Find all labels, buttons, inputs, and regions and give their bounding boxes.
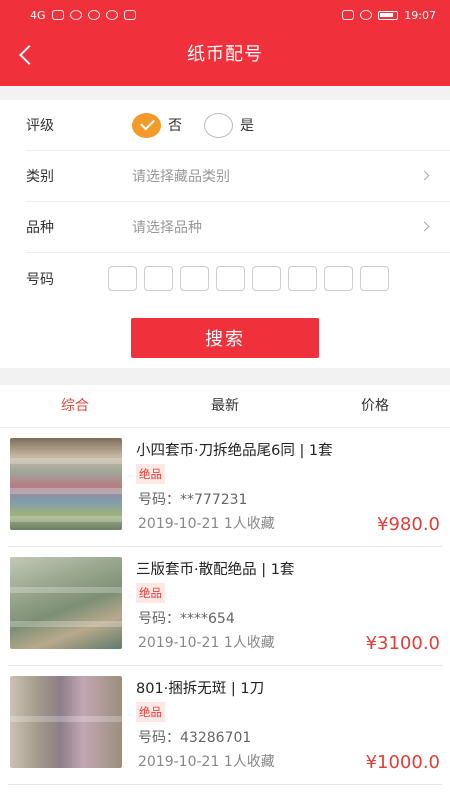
digit-input[interactable] <box>252 266 281 291</box>
grade-badge: 绝品 <box>136 583 165 603</box>
banknote-image <box>10 676 122 768</box>
bluetooth-icon <box>342 10 355 20</box>
digit-input[interactable] <box>180 266 209 291</box>
item-favorites: 1人收藏 <box>223 754 275 770</box>
grade-label: 评级 <box>26 118 54 134</box>
item-price: ¥3100.0 <box>365 633 440 654</box>
mute-icon <box>360 10 373 20</box>
grade-option-yes[interactable]: 是 <box>204 112 254 138</box>
item-title: 801·捆拆无斑 | 1刀 <box>136 681 265 697</box>
item-code: 号码：****654 <box>138 608 235 628</box>
app-root: 4G 19:07 纸币配号 评级 否 是 类别 请选择藏品类别 品种 请选择品种… <box>0 0 450 800</box>
banknote-image <box>10 557 122 649</box>
clock: 19:07 <box>404 8 436 22</box>
network-label: 4G <box>30 8 46 22</box>
category-label: 类别 <box>26 169 54 185</box>
number-input-group <box>108 266 389 291</box>
item-code-value: **777231 <box>180 492 248 508</box>
signal-icon <box>51 10 64 20</box>
category-row[interactable]: 类别 请选择藏品类别 <box>26 151 450 202</box>
number-row: 号码 <box>26 253 450 304</box>
radio-checked-icon <box>132 112 161 138</box>
nav-bar: 纸币配号 <box>0 30 450 86</box>
variety-select[interactable]: 请选择品种 <box>132 217 450 237</box>
grade-option-no-label: 否 <box>168 118 182 134</box>
variety-label: 品种 <box>26 220 54 236</box>
digit-input[interactable] <box>144 266 173 291</box>
grade-option-yes-label: 是 <box>240 118 254 134</box>
search-button[interactable]: 搜索 <box>131 318 319 358</box>
item-meta: 2019-10-21 1人收藏 <box>138 751 275 771</box>
item-code: 号码：43286701 <box>138 727 251 747</box>
tab-overall[interactable]: 综合 <box>0 385 150 427</box>
item-code-value: 43286701 <box>180 730 252 746</box>
item-code-value: ****654 <box>180 611 235 627</box>
item-title: 小四套币·刀拆绝品尾6同 | 1套 <box>136 443 333 459</box>
back-button[interactable] <box>12 40 42 70</box>
digit-input[interactable] <box>108 266 137 291</box>
status-bar: 4G 19:07 <box>0 0 450 30</box>
wifi-icon <box>69 10 82 20</box>
tab-price[interactable]: 价格 <box>300 385 450 427</box>
banknote-image <box>10 438 122 530</box>
item-code-label: 号码： <box>138 611 180 627</box>
battery-icon <box>378 10 399 20</box>
header: 4G 19:07 纸币配号 <box>0 0 450 86</box>
tab-latest[interactable]: 最新 <box>150 385 300 427</box>
grade-badge: 绝品 <box>136 702 165 722</box>
item-code-label: 号码： <box>138 492 180 508</box>
item-date: 2019-10-21 <box>138 754 220 770</box>
message-icon <box>123 10 136 20</box>
alarm-icon <box>105 10 118 20</box>
item-title: 三版套币·散配绝品 | 1套 <box>136 562 295 578</box>
item-code-label: 号码： <box>138 730 180 746</box>
list-item[interactable]: 小四套币·刀拆绝品尾6同 | 1套 绝品 号码：**777231 2019-10… <box>8 428 442 547</box>
category-select[interactable]: 请选择藏品类别 <box>132 166 450 186</box>
eye-icon <box>87 10 100 20</box>
result-list: 小四套币·刀拆绝品尾6同 | 1套 绝品 号码：**777231 2019-10… <box>0 428 450 800</box>
grade-option-no[interactable]: 否 <box>132 112 182 138</box>
item-meta: 2019-10-21 1人收藏 <box>138 513 275 533</box>
item-price: ¥1000.0 <box>365 752 440 773</box>
item-date: 2019-10-21 <box>138 635 220 651</box>
grade-badge: 绝品 <box>136 464 165 484</box>
variety-row[interactable]: 品种 请选择品种 <box>26 202 450 253</box>
page-title: 纸币配号 <box>187 44 263 65</box>
item-code: 号码：**777231 <box>138 489 247 509</box>
item-meta: 2019-10-21 1人收藏 <box>138 632 275 652</box>
item-favorites: 1人收藏 <box>223 516 275 532</box>
grade-row: 评级 否 是 <box>26 100 450 151</box>
digit-input[interactable] <box>360 266 389 291</box>
digit-input[interactable] <box>324 266 353 291</box>
list-item[interactable]: 三版套币·散配绝品 | 1套 绝品 号码：****654 2019-10-21 … <box>8 547 442 666</box>
item-favorites: 1人收藏 <box>223 635 275 651</box>
sort-tabs: 综合 最新 价格 <box>0 385 450 428</box>
search-form: 评级 否 是 类别 请选择藏品类别 品种 请选择品种 号码 搜索 <box>0 100 450 368</box>
list-item[interactable]: 801·捆拆无斑 | 1刀 绝品 号码：43286701 2019-10-21 … <box>8 666 442 785</box>
item-date: 2019-10-21 <box>138 516 220 532</box>
radio-unchecked-icon <box>204 112 233 138</box>
digit-input[interactable] <box>288 266 317 291</box>
digit-input[interactable] <box>216 266 245 291</box>
item-price: ¥980.0 <box>377 514 440 535</box>
